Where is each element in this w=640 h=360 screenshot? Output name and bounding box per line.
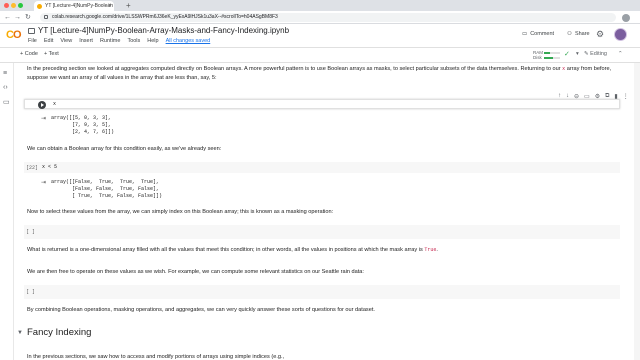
editing-label: Editing	[590, 51, 607, 57]
close-window-icon[interactable]	[4, 3, 9, 8]
inline-code: True	[424, 247, 437, 253]
collapse-section-icon[interactable]: ▼	[17, 330, 23, 336]
text-cell[interactable]: In the preceding section we looked at ag…	[27, 65, 619, 82]
execution-count: [ ]	[26, 229, 36, 235]
browser-profile-icon[interactable]	[622, 14, 630, 22]
paragraph-text: By combining Boolean operations, masking…	[27, 307, 375, 313]
paragraph-text: .	[436, 247, 438, 253]
comment-button[interactable]: ▭ Comment	[522, 31, 554, 37]
share-label: Share	[574, 31, 590, 37]
tab-close-icon[interactable]: ×	[108, 1, 112, 11]
output-arrow-icon[interactable]: ⇥	[41, 179, 46, 186]
disk-usage-bar	[544, 56, 560, 59]
output-text: array([[False, True, True, True], [False…	[51, 179, 163, 199]
menu-view[interactable]: View	[60, 38, 72, 44]
browser-tab-bar: YT [Lecture-4]NumPy-Boolean × +	[0, 0, 640, 11]
address-bar-row: ← → ↻ colab.research.google.com/drive/1L…	[0, 11, 640, 24]
code-cell-active[interactable]: x	[24, 99, 620, 109]
connected-check-icon: ✓	[564, 51, 570, 58]
maximize-window-icon[interactable]	[18, 3, 23, 8]
menu-file[interactable]: File	[28, 38, 37, 44]
output-arrow-icon[interactable]: ⇥	[41, 115, 46, 122]
notebook-title[interactable]: YT [Lecture-4]NumPy-Boolean-Array-Masks-…	[38, 26, 289, 35]
comment-label: Comment	[530, 31, 555, 37]
text-cell[interactable]: We can obtain a Boolean array for this c…	[27, 145, 619, 154]
pencil-icon: ✎	[584, 51, 589, 57]
comment-icon: ▭	[522, 31, 528, 37]
tab-title: YT [Lecture-4]NumPy-Boolean	[45, 3, 113, 9]
gear-icon[interactable]: ⚙	[596, 29, 604, 40]
cell-output: ⇥ array([[False, True, True, True], [Fal…	[24, 176, 620, 202]
run-cell-button[interactable]	[38, 101, 46, 109]
code-cell[interactable]: [ ]	[24, 225, 620, 239]
paragraph-text: We can obtain a Boolean array for this c…	[27, 146, 222, 152]
menu-edit[interactable]: Edit	[44, 38, 53, 44]
notebook-scrollbar[interactable]	[634, 63, 640, 360]
add-code-button[interactable]: + Code	[20, 51, 38, 57]
notebook-toolbar: + Code + Text RAM Disk ✓ ▾ ✎ Editing ⌃	[0, 48, 640, 63]
inline-code: x	[562, 66, 566, 72]
text-cell[interactable]: In the previous sections, we saw how to …	[27, 353, 619, 360]
section-heading: Fancy Indexing	[27, 327, 92, 338]
menu-bar: File Edit View Insert Runtime Tools Help…	[28, 38, 210, 44]
text-cell[interactable]: What is returned is a one-dimensional ar…	[27, 246, 619, 255]
drive-icon	[28, 28, 35, 34]
colab-favicon-icon	[37, 3, 42, 9]
forward-arrow-icon[interactable]: →	[14, 12, 21, 23]
code-cell[interactable]: [22] x < 5	[24, 162, 620, 173]
ram-usage-bar	[544, 51, 560, 54]
menu-runtime[interactable]: Runtime	[100, 38, 120, 44]
add-text-button[interactable]: + Text	[44, 51, 59, 57]
left-sidebar: ≡ ‹› ▭	[0, 63, 14, 360]
paragraph-text: We are then free to operate on these val…	[27, 269, 364, 275]
output-text: array([[5, 0, 3, 3], [7, 9, 3, 5], [2, 4…	[51, 115, 115, 135]
minimize-window-icon[interactable]	[11, 3, 16, 8]
more-icon[interactable]: ⋮	[623, 93, 629, 100]
menu-help[interactable]: Help	[147, 38, 158, 44]
new-tab-button[interactable]: +	[126, 1, 131, 11]
paragraph-text: In the previous sections, we saw how to …	[27, 354, 285, 360]
code-cell[interactable]: [ ]	[24, 285, 620, 299]
disk-label: Disk	[533, 55, 542, 60]
paragraph-text: Now to select these values from the arra…	[27, 209, 334, 215]
editing-mode[interactable]: ✎ Editing	[584, 51, 607, 57]
paragraph-text: What is returned is a one-dimensional ar…	[27, 247, 423, 253]
chevron-down-icon[interactable]: ▾	[576, 51, 579, 57]
lock-icon	[44, 15, 48, 19]
text-cell[interactable]: By combining Boolean operations, masking…	[27, 306, 619, 315]
menu-tools[interactable]: Tools	[127, 38, 140, 44]
share-button[interactable]: ⚇ Share	[567, 31, 590, 37]
browser-tab[interactable]: YT [Lecture-4]NumPy-Boolean	[34, 1, 114, 11]
save-status[interactable]: All changes saved	[166, 38, 211, 44]
code-input[interactable]: x	[53, 101, 56, 108]
url-text: colab.research.google.com/drive/1LSSWPRm…	[52, 14, 278, 20]
execution-count: [ ]	[26, 289, 36, 295]
cell-output: ⇥ array([[5, 0, 3, 3], [7, 9, 3, 5], [2,…	[24, 112, 620, 138]
url-field[interactable]: colab.research.google.com/drive/1LSSWPRm…	[40, 13, 616, 22]
colab-header: CO YT [Lecture-4]NumPy-Boolean-Array-Mas…	[0, 24, 640, 48]
resource-monitor[interactable]: RAM Disk	[533, 50, 560, 60]
menu-insert[interactable]: Insert	[79, 38, 93, 44]
files-icon[interactable]: ▭	[3, 98, 10, 106]
notebook-content: In the preceding section we looked at ag…	[14, 63, 634, 360]
text-cell[interactable]: Now to select these values from the arra…	[27, 208, 619, 217]
share-icon: ⚇	[567, 31, 572, 37]
back-arrow-icon[interactable]: ←	[4, 12, 11, 23]
paragraph-text: In the preceding section we looked at ag…	[27, 66, 561, 72]
text-cell[interactable]: We are then free to operate on these val…	[27, 268, 619, 277]
execution-count: [22]	[26, 165, 39, 171]
avatar[interactable]	[614, 28, 627, 41]
collapse-up-icon[interactable]: ⌃	[618, 51, 623, 57]
reload-icon[interactable]: ↻	[25, 12, 31, 23]
table-of-contents-icon[interactable]: ≡	[3, 70, 7, 77]
code-input[interactable]: x < 5	[42, 164, 57, 171]
colab-logo-icon[interactable]: CO	[6, 29, 21, 41]
code-snippets-icon[interactable]: ‹›	[3, 84, 8, 91]
